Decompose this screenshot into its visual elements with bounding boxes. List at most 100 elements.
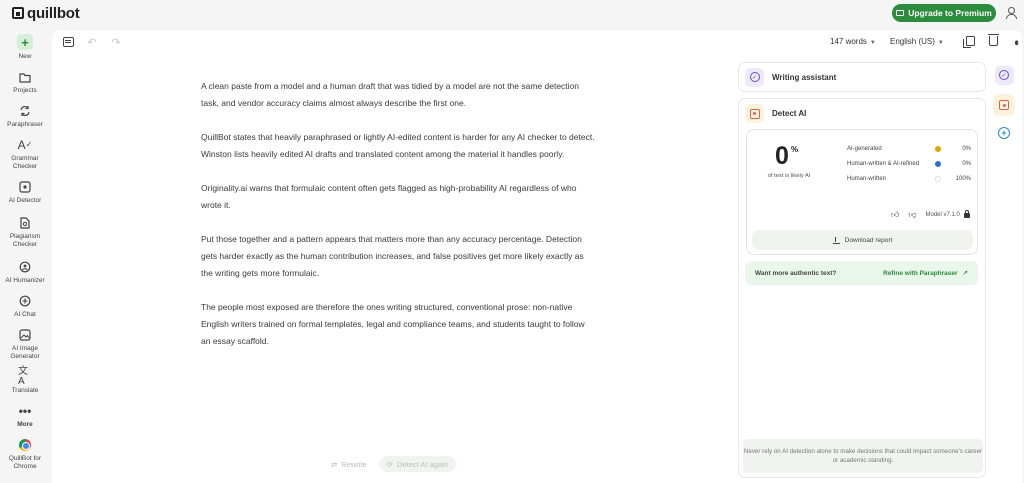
ai-score-caption: of text is likely AI [767,173,811,179]
sidebar-item-ai-chat[interactable]: AI Chat [0,294,50,319]
detect-again-label: Detect AI again [397,459,448,469]
ai-score-box: 0 % of text is likely AI AI-generated 0%… [746,129,978,255]
writing-assistant-title: Writing assistant [772,72,837,82]
language-dropdown[interactable]: English (US) ▼ [890,37,966,46]
image-generator-icon [18,328,32,342]
chrome-icon [18,438,32,452]
quillbot-logo[interactable]: quillbot [12,5,80,22]
undo-icon[interactable]: ↶ [86,36,98,49]
metric-dot [935,176,941,182]
upgrade-label: Upgrade to Premium [908,8,992,18]
sidebar-item-grammar-checker[interactable]: A ✓ Grammar Checker [0,138,50,171]
top-bar: quillbot Upgrade to Premium [0,0,1024,26]
editor-paragraph: Originality.ai warns that formulaic cont… [201,182,577,211]
feedback-row: 👍︎ 👎︎ Model v7.1.0 [891,209,970,220]
copy-icon[interactable] [963,36,975,48]
writing-assistant-icon: ✓ [994,65,1014,85]
editor-toolbar: ↶ ↷ [62,36,122,49]
writing-assistant-card[interactable]: ✓ Writing assistant [738,62,986,92]
sidebar-item-paraphraser[interactable]: Paraphraser [0,104,50,129]
lock-icon [963,209,970,218]
quillbot-logo-icon [12,7,24,19]
metric-human-ai-refined: Human-written & AI-refined 0% [847,159,971,169]
upgrade-button[interactable]: Upgrade to Premium [892,4,996,22]
download-report-button[interactable]: Download report [752,230,973,250]
sidebar-item-ai-image-generator[interactable]: AI Image Generator [0,328,50,361]
bottom-actions: ⇄ Rewrite ⟳ Detect AI again [323,456,456,472]
sidebar-item-label: Grammar Checker [11,155,39,170]
ai-score-value: 0 [775,142,789,170]
refine-with-paraphraser-link[interactable]: Refine with Paraphraser ↗ [883,269,968,278]
sidebar-item-translate[interactable]: 文A Translate [0,366,50,395]
sidebar-item-label: QuillBot for Chrome [8,455,42,470]
rewrite-button[interactable]: ⇄ Rewrite [323,456,375,472]
disclaimer: Never rely on AI detection alone to make… [743,439,983,473]
folder-icon [18,70,32,84]
metric-value: 0% [962,146,971,152]
detect-ai-again-button[interactable]: ⟳ Detect AI again [378,456,456,472]
metric-value: 0% [962,161,971,167]
rail-add-tool[interactable]: + [993,122,1015,144]
logo-text: quillbot [27,4,80,22]
plus-icon: + [17,34,33,50]
sidebar-item-ai-humanizer[interactable]: AI Humanizer [0,260,50,285]
right-rail: ✓ + [993,64,1017,154]
sidebar-item-label: AI Detector [8,197,42,204]
detect-ai-card: Detect AI 0 % of text is likely AI AI-ge… [738,98,986,478]
text-editor[interactable]: A clean paste from a model and a human d… [201,78,596,367]
refine-link-label: Refine with Paraphraser [883,269,958,277]
premium-icon [896,10,905,16]
sidebar-item-label: Plagiarism Checker [9,233,41,248]
sidebar-item-more[interactable]: ••• More [0,404,50,429]
sidebar-item-projects[interactable]: Projects [0,70,50,95]
translate-icon: 文A [18,366,28,387]
writing-assistant-icon: ✓ [745,67,764,87]
more-dots-icon: ••• [18,404,32,418]
trash-icon[interactable] [988,34,999,46]
arrow-up-right-icon: ↗ [962,270,968,277]
rewrite-label: Rewrite [341,459,367,469]
ai-detector-icon [18,180,32,194]
rail-detect-ai[interactable] [993,94,1015,116]
plagiarism-icon [18,216,32,230]
sidebar-item-label: Paraphraser [7,121,43,128]
refine-banner: Want more authentic text? Refine with Pa… [745,261,978,285]
sidebar-item-new[interactable]: + New [0,34,50,61]
humanizer-icon [18,260,32,274]
grammar-icon: A ✓ [17,138,33,152]
sidebar-item-label: New [18,53,32,60]
language-label: English (US) [890,36,935,46]
metric-ai-generated: AI-generated 0% [847,144,971,154]
editor-paragraph: A clean paste from a model and a human d… [201,81,580,109]
sidebar-item-label: AI Humanizer [5,277,45,284]
sidebar: + New Projects Paraphraser A ✓ Grammar Ch… [0,30,50,483]
sidebar-item-chrome-extension[interactable]: QuillBot for Chrome [0,438,50,471]
thumbs-down-icon[interactable]: 👎︎ [908,210,916,220]
word-count-dropdown[interactable]: 147 words ▼ [830,37,888,46]
paraphraser-icon [18,104,32,118]
ai-panel: ✓ Writing assistant Detect AI 0 % of tex… [738,62,986,478]
metric-human-written: Human-written 100% [847,174,971,184]
chevron-down-icon: ▼ [937,39,944,46]
download-icon [832,236,840,244]
model-version: Model v7.1.0 [925,212,960,218]
metric-label: AI-generated [847,146,882,152]
sidebar-item-label: AI Image Generator [10,345,40,360]
refine-question: Want more authentic text? [755,269,837,277]
detect-ai-icon [999,100,1009,110]
ai-score-unit: % [791,145,799,154]
sidebar-item-label: Projects [13,87,37,94]
more-options-icon[interactable]: ••• [1010,40,1022,43]
account-icon[interactable] [1005,6,1017,20]
plus-circle-icon: + [998,127,1010,139]
sidebar-item-label: AI Chat [14,311,36,318]
document-icon[interactable] [62,36,74,48]
sidebar-item-plagiarism-checker[interactable]: Plagiarism Checker [0,216,50,249]
thumbs-up-icon[interactable]: 👍︎ [891,210,899,220]
download-label: Download report [844,236,893,244]
sidebar-item-ai-detector[interactable]: AI Detector [0,180,50,205]
rewrite-icon: ⇄ [331,459,338,469]
rail-writing-assistant[interactable]: ✓ [993,64,1015,86]
metric-label: Human-written [847,176,887,182]
redo-icon[interactable]: ↷ [110,36,122,49]
